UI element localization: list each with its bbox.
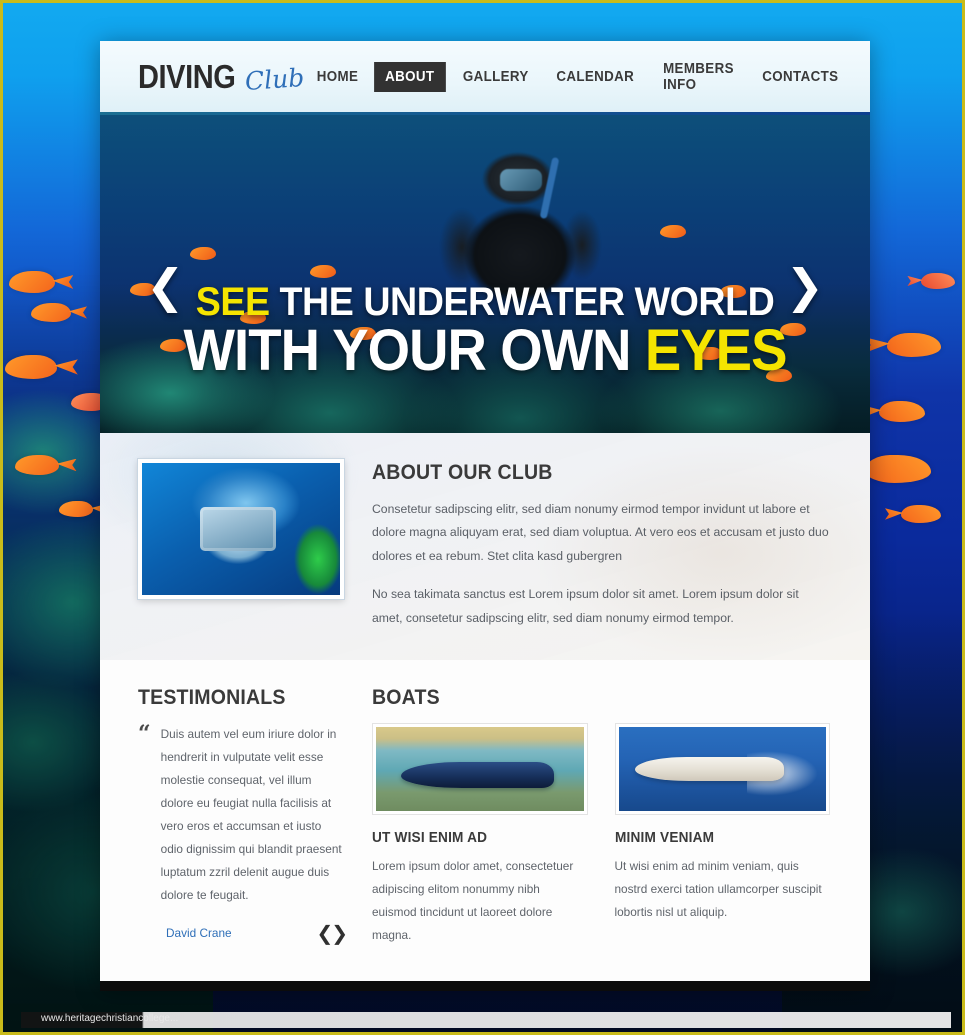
testimonials-section: TESTIMONIALS “ Duis autem vel eum iriure… [138, 686, 348, 947]
site-header: DIVING Club HOME ABOUT GALLERY CALENDAR … [100, 41, 870, 115]
hero-headline-line2: WITH YOUR OWN EYES [123, 322, 847, 380]
fish-decoration [901, 505, 941, 523]
boat-description: Ut wisi enim ad minim veniam, quis nostr… [614, 859, 822, 920]
fish-decoration [887, 333, 941, 357]
boat-card: UT WISI ENIM AD Lorem ipsum dolor amet, … [372, 723, 588, 947]
boat-image-frame[interactable] [614, 723, 830, 816]
about-section: ABOUT OUR CLUB Consetetur sadipscing eli… [100, 433, 870, 661]
fish-decoration [190, 247, 216, 260]
nav-item-about[interactable]: ABOUT [374, 61, 446, 92]
testimonial-footer: David Crane ❮❯ [138, 921, 348, 945]
about-paragraph-2: No sea takimata sanctus est Lorem ipsum … [372, 587, 799, 625]
boat-title: MINIM VENIAM [614, 830, 714, 847]
boats-title: BOATS [372, 686, 440, 710]
site-logo[interactable]: DIVING Club [138, 57, 305, 96]
hero-headline-highlight-eyes: EYES [644, 318, 788, 384]
boat-image-frame[interactable] [372, 723, 588, 816]
fish-decoration [5, 355, 57, 379]
testimonial-quote-block: “ Duis autem vel eum iriure dolor in hen… [138, 723, 346, 907]
testimonials-title: TESTIMONIALS [138, 686, 286, 710]
quote-mark-icon: “ [138, 721, 151, 748]
hero-headline-line1: SEE THE UNDERWATER WORLD [123, 280, 847, 324]
page-backdrop: DIVING Club HOME ABOUT GALLERY CALENDAR … [0, 0, 965, 1035]
fish-decoration [31, 303, 71, 322]
boat-title: UT WISI ENIM AD [372, 830, 488, 847]
website-container: DIVING Club HOME ABOUT GALLERY CALENDAR … [100, 41, 870, 991]
nav-item-gallery[interactable]: GALLERY [452, 63, 538, 91]
nav-item-calendar[interactable]: CALENDAR [546, 63, 644, 91]
testimonial-nav-arrows[interactable]: ❮❯ [316, 921, 348, 945]
testimonial-prev-arrow-icon[interactable]: ❮ [316, 921, 333, 945]
testimonial-next-arrow-icon[interactable]: ❯ [331, 921, 348, 945]
boat-image-white-racing-boat [618, 727, 826, 812]
about-section-title: ABOUT OUR CLUB [372, 461, 553, 484]
fish-decoration [15, 455, 59, 475]
nav-item-contacts[interactable]: CONTACTS [752, 63, 848, 91]
watermark-text: www.heritagechristiancollege... [41, 1013, 179, 1024]
hero-headline-line2-rest: WITH YOUR OWN [183, 318, 645, 384]
hero-headline-highlight-see: SEE [195, 280, 270, 324]
hero-slider: SEE THE UNDERWATER WORLD WITH YOUR OWN E… [100, 115, 870, 433]
hero-caption: SEE THE UNDERWATER WORLD WITH YOUR OWN E… [100, 280, 870, 380]
boats-section: BOATS UT WISI ENIM AD Lorem ipsum dolor … [372, 686, 830, 947]
about-section-text: ABOUT OUR CLUB Consetetur sadipscing eli… [372, 459, 830, 630]
fish-decoration [921, 273, 955, 289]
nav-item-members-info[interactable]: MEMBERS INFO [653, 55, 744, 99]
boat-description: Lorem ipsum dolor amet, consectetuer adi… [372, 859, 574, 943]
about-paragraph-1: Consetetur sadipscing elitr, sed diam no… [372, 502, 829, 563]
fish-decoration [660, 225, 686, 238]
boats-grid: UT WISI ENIM AD Lorem ipsum dolor amet, … [372, 723, 830, 947]
main-navigation: HOME ABOUT GALLERY CALENDAR MEMBERS INFO… [304, 55, 852, 99]
fish-decoration [59, 501, 93, 517]
hero-prev-arrow-icon[interactable]: ❮ [146, 263, 185, 309]
fish-decoration [879, 401, 925, 422]
fish-decoration [310, 265, 336, 278]
hero-headline-line1-rest: THE UNDERWATER WORLD [269, 280, 775, 324]
about-section-image [138, 459, 344, 599]
testimonial-author-link[interactable]: David Crane [166, 926, 232, 940]
logo-text-diving: DIVING [138, 57, 236, 95]
boat-card: MINIM VENIAM Ut wisi enim ad minim venia… [614, 723, 830, 947]
site-footer: Website Template designed by TemplateMon… [100, 981, 870, 991]
logo-text-club: Club [243, 62, 305, 96]
lower-content: TESTIMONIALS “ Duis autem vel eum iriure… [100, 660, 870, 982]
testimonial-quote-text: Duis autem vel eum iriure dolor in hendr… [160, 727, 342, 903]
hero-next-arrow-icon[interactable]: ❯ [785, 263, 824, 309]
boat-image-blue-speedboat [376, 727, 584, 812]
nav-item-home[interactable]: HOME [307, 63, 369, 91]
fish-decoration [9, 271, 55, 293]
fish-decoration [865, 455, 931, 483]
